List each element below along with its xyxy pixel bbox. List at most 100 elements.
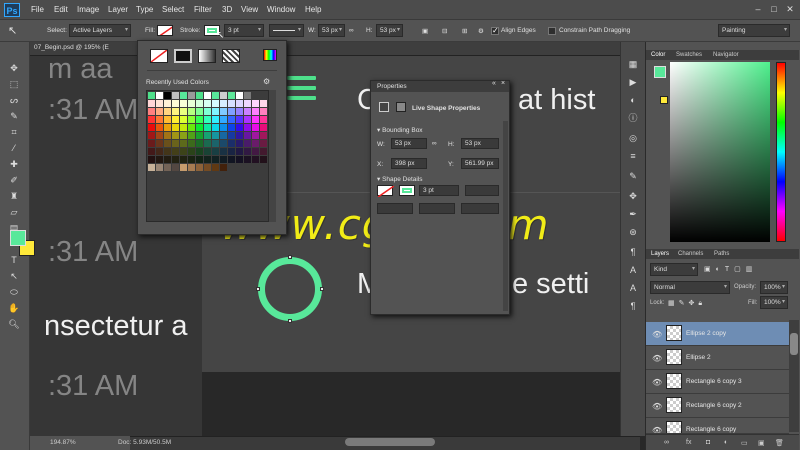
no-color-button[interactable] [150, 49, 168, 63]
color-swatch[interactable] [260, 108, 267, 115]
color-swatch[interactable] [180, 164, 187, 171]
color-swatch[interactable] [196, 156, 203, 163]
layer-filter-dropdown[interactable]: Kind [650, 263, 698, 276]
color-swatch[interactable] [260, 100, 267, 107]
color-swatch[interactable] [148, 164, 155, 171]
menu-3d[interactable]: 3D [222, 5, 232, 14]
color-swatch[interactable] [220, 164, 227, 171]
menu-image[interactable]: Image [77, 5, 99, 14]
recent-color-swatch[interactable] [204, 92, 211, 99]
collapse-icon[interactable]: « [492, 80, 496, 87]
color-swatch[interactable] [164, 140, 171, 147]
color-swatch[interactable] [148, 132, 155, 139]
paths-tab[interactable]: Paths [714, 251, 729, 257]
quick-select-tool-icon[interactable]: ✎ [8, 110, 20, 122]
recent-color-swatch[interactable] [148, 92, 155, 99]
pp-stroke-swatch[interactable] [399, 185, 415, 196]
select-dropdown[interactable]: Active Layers [69, 24, 131, 37]
bounding-box-label[interactable]: ▾ Bounding Box [377, 126, 423, 134]
color-swatch[interactable] [180, 100, 187, 107]
color-swatch[interactable] [252, 124, 259, 131]
color-swatch[interactable] [252, 132, 259, 139]
recent-color-swatch[interactable] [260, 92, 267, 99]
properties-scrollbar[interactable] [503, 121, 508, 311]
color-swatch[interactable] [204, 164, 211, 171]
menu-edit[interactable]: Edit [54, 5, 68, 14]
color-swatch[interactable] [188, 116, 195, 123]
menu-file[interactable]: File [31, 5, 44, 14]
color-swatch[interactable] [188, 140, 195, 147]
color-swatch[interactable] [188, 124, 195, 131]
color-swatch[interactable] [180, 140, 187, 147]
color-swatch[interactable] [196, 148, 203, 155]
hand-tool-icon[interactable]: ✋ [8, 302, 20, 314]
color-swatch[interactable] [212, 156, 219, 163]
path-operations-icon[interactable]: ▣ [422, 27, 428, 35]
color-swatch[interactable] [172, 132, 179, 139]
color-swatch[interactable] [164, 156, 171, 163]
color-swatch[interactable] [180, 116, 187, 123]
zoom-level[interactable]: 194.87% [50, 439, 76, 446]
color-swatch[interactable] [260, 116, 267, 123]
color-swatch[interactable] [148, 156, 155, 163]
color-swatch[interactable] [156, 100, 163, 107]
layer-row[interactable]: 👁︎ Rectangle 6 copy [646, 418, 789, 434]
anchor-point-left[interactable] [256, 287, 260, 291]
hue-slider[interactable] [776, 62, 786, 242]
color-swatch[interactable] [148, 124, 155, 131]
color-swatch[interactable] [228, 108, 235, 115]
pp-x-input[interactable]: 398 px [391, 158, 427, 169]
menu-layer[interactable]: Layer [108, 5, 128, 14]
color-swatch[interactable] [172, 156, 179, 163]
color-swatch[interactable] [220, 140, 227, 147]
color-swatch[interactable] [228, 116, 235, 123]
color-swatch[interactable] [252, 156, 259, 163]
color-swatch[interactable] [260, 124, 267, 131]
visibility-eye-icon[interactable]: 👁︎ [652, 402, 662, 411]
color-swatch[interactable] [212, 124, 219, 131]
color-swatch[interactable] [172, 116, 179, 123]
opacity-input[interactable]: 100% [760, 281, 788, 294]
color-swatch[interactable] [252, 100, 259, 107]
pp-caps-dropdown[interactable] [419, 203, 455, 214]
swatches-tab[interactable]: Swatches [676, 52, 702, 58]
color-swatch[interactable] [204, 124, 211, 131]
zoom-tool-icon[interactable]: 🔍︎ [8, 318, 20, 330]
color-swatch[interactable] [244, 116, 251, 123]
color-swatch[interactable] [252, 140, 259, 147]
horizontal-scroll-thumb[interactable] [345, 438, 435, 446]
width-input[interactable]: 53 px [318, 24, 345, 37]
clone-stamp-tool-icon[interactable]: ♜ [8, 190, 20, 202]
color-swatch[interactable] [204, 148, 211, 155]
color-panel-foreground[interactable] [654, 66, 666, 78]
close-button[interactable]: ✕ [784, 4, 796, 14]
move-tool-icon[interactable]: ✥ [8, 62, 20, 74]
layer-row[interactable]: 👁︎ Ellipse 2 [646, 346, 789, 370]
color-swatch[interactable] [212, 148, 219, 155]
clone-source-icon[interactable]: ✎ [627, 170, 639, 182]
healing-brush-tool-icon[interactable]: ✚ [8, 158, 20, 170]
lasso-tool-icon[interactable]: ᔕ [8, 94, 20, 106]
color-tab[interactable]: Color [651, 52, 665, 58]
color-swatch[interactable] [228, 100, 235, 107]
crop-tool-icon[interactable]: ⌗ [8, 126, 20, 138]
recent-color-swatch[interactable] [196, 92, 203, 99]
character-icon[interactable]: A [627, 264, 639, 276]
stroke-type-dropdown[interactable] [269, 24, 304, 37]
color-swatch[interactable] [196, 100, 203, 107]
color-swatch[interactable] [212, 116, 219, 123]
new-group-icon[interactable]: ▭ [741, 439, 748, 447]
path-alignment-icon[interactable]: ⊟ [442, 27, 447, 35]
color-saturation-field[interactable] [670, 62, 770, 242]
color-swatch[interactable] [236, 116, 243, 123]
recent-color-swatch[interactable] [220, 92, 227, 99]
color-swatch[interactable] [236, 108, 243, 115]
link-layers-icon[interactable]: ∞ [664, 439, 669, 446]
pp-width-input[interactable]: 53 px [391, 138, 427, 149]
color-swatch[interactable] [196, 140, 203, 147]
color-swatch[interactable] [164, 132, 171, 139]
navigator-tab[interactable]: Navigator [713, 52, 739, 58]
recent-color-swatch[interactable] [164, 92, 171, 99]
stroke-width-input[interactable]: 3 pt [224, 24, 264, 37]
layer-row[interactable]: 👁︎ Ellipse 2 copy [646, 322, 789, 346]
